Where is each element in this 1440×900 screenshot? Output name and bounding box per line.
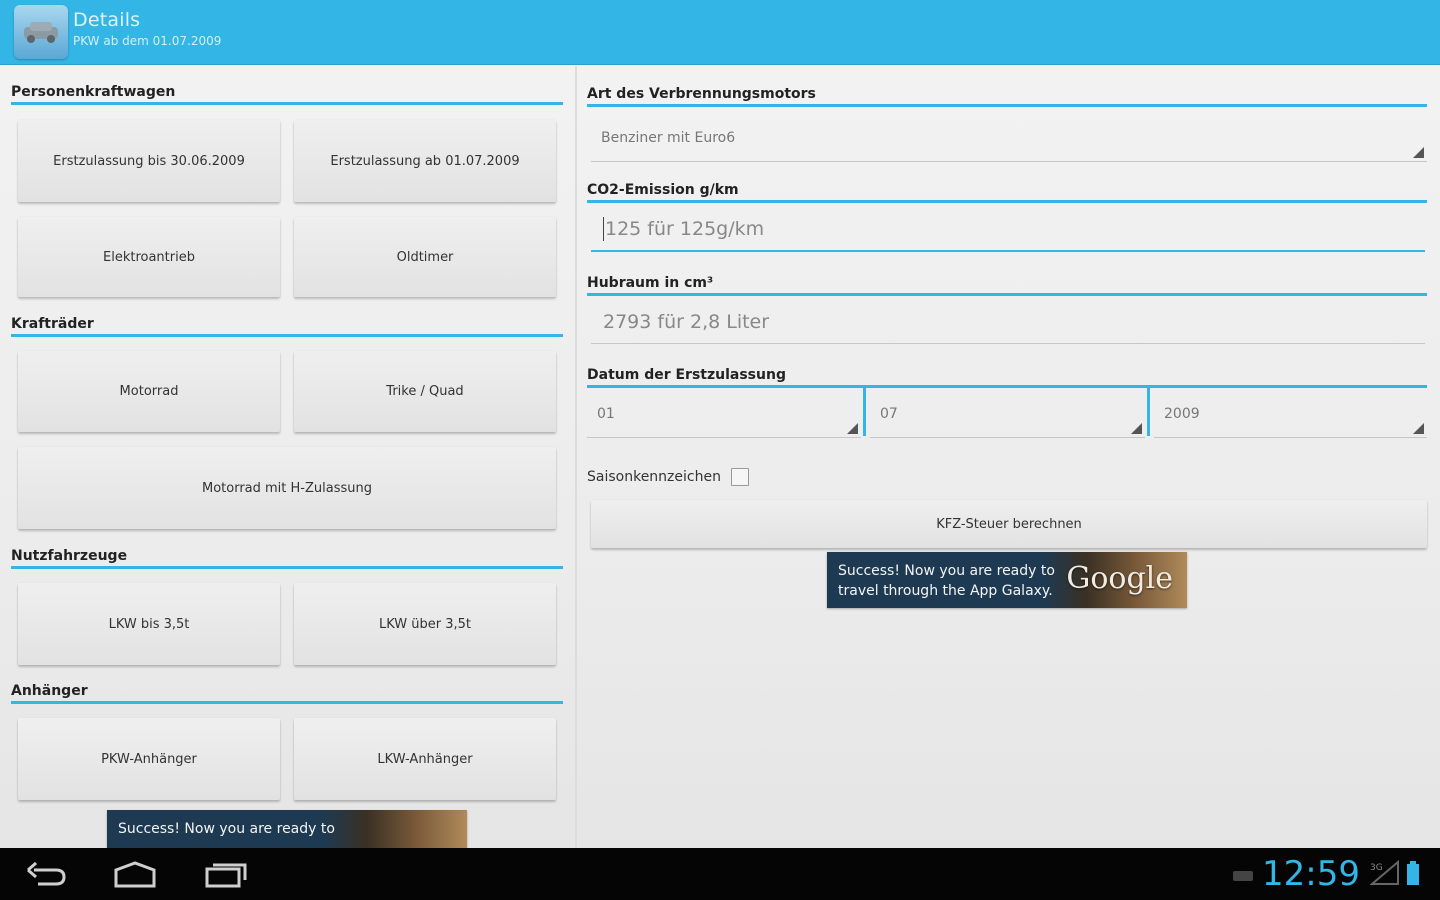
date-day-spinner[interactable]: 01 xyxy=(587,390,861,438)
spinner-arrow-icon xyxy=(1413,423,1424,434)
lkw-ueber-button[interactable]: LKW über 3,5t xyxy=(294,583,556,665)
elektroantrieb-button[interactable]: Elektroantrieb xyxy=(18,217,280,297)
saison-label: Saisonkennzeichen xyxy=(587,469,721,485)
ad-line-2: travel through the App Galaxy. xyxy=(838,583,1053,599)
ad-line-1: Success! Now you are ready to xyxy=(838,563,1055,579)
ad-banner-right[interactable]: Success! Now you are ready to travel thr… xyxy=(827,552,1187,608)
date-divider xyxy=(1147,387,1150,436)
details-form-panel: Art des Verbrennungsmotors Benziner mit … xyxy=(577,66,1440,848)
engine-type-value: Benziner mit Euro6 xyxy=(601,129,736,146)
signal-3g-icon: 3G xyxy=(1369,859,1400,890)
recent-apps-icon xyxy=(205,863,247,888)
saison-checkbox[interactable] xyxy=(730,468,749,486)
recent-apps-button[interactable] xyxy=(203,860,249,892)
saison-row: Saisonkennzeichen xyxy=(587,468,749,486)
app-car-icon[interactable] xyxy=(14,5,68,59)
pkw-ab-button[interactable]: Erstzulassung ab 01.07.2009 xyxy=(294,120,556,202)
pkw-anhaenger-button[interactable]: PKW-Anhänger xyxy=(18,718,280,800)
lkw-bis-button[interactable]: LKW bis 3,5t xyxy=(18,583,280,665)
date-day-value: 01 xyxy=(597,405,615,422)
engine-type-spinner[interactable]: Benziner mit Euro6 xyxy=(591,114,1427,162)
lkw-anhaenger-button[interactable]: LKW-Anhänger xyxy=(294,718,556,800)
home-button[interactable] xyxy=(112,860,158,892)
section-header-anhaenger: Anhänger xyxy=(11,683,563,704)
engine-type-label: Art des Verbrennungsmotors xyxy=(587,86,1427,107)
back-icon xyxy=(27,861,66,886)
co2-placeholder: 125 für 125g/km xyxy=(605,218,765,240)
pkw-bis-button[interactable]: Erstzulassung bis 30.06.2009 xyxy=(18,120,280,202)
text-caret xyxy=(603,217,604,241)
section-header-kraftraeder: Krafträder xyxy=(11,316,563,337)
clock[interactable]: 12:59 xyxy=(1262,854,1360,894)
action-bar: Details PKW ab dem 01.07.2009 xyxy=(0,0,1440,65)
notification-icon[interactable] xyxy=(1232,868,1254,887)
calculate-tax-button[interactable]: KFZ-Steuer berechnen xyxy=(591,500,1427,548)
spinner-arrow-icon xyxy=(1413,147,1424,158)
page-subtitle: PKW ab dem 01.07.2009 xyxy=(73,34,222,48)
motorrad-h-zulassung-button[interactable]: Motorrad mit H-Zulassung xyxy=(18,447,556,529)
page-title: Details xyxy=(73,9,141,31)
date-year-value: 2009 xyxy=(1164,405,1200,422)
date-month-spinner[interactable]: 07 xyxy=(870,390,1145,438)
svg-text:3G: 3G xyxy=(1370,863,1383,873)
co2-label: CO2-Emission g/km xyxy=(587,182,1427,203)
oldtimer-button[interactable]: Oldtimer xyxy=(294,217,556,297)
co2-input[interactable]: 125 für 125g/km xyxy=(591,208,1425,252)
hubraum-input[interactable]: 2793 für 2,8 Liter xyxy=(591,300,1425,344)
section-header-pkw: Personenkraftwagen xyxy=(11,84,563,105)
date-label: Datum der Erstzulassung xyxy=(587,367,1427,388)
hubraum-placeholder: 2793 für 2,8 Liter xyxy=(603,310,770,333)
spinner-arrow-icon xyxy=(1131,423,1142,434)
date-month-value: 07 xyxy=(880,405,898,422)
ad-text: Success! Now you are ready to xyxy=(118,821,335,837)
date-year-spinner[interactable]: 2009 xyxy=(1154,390,1427,438)
system-navigation-bar: 12:59 3G xyxy=(0,848,1440,900)
date-divider xyxy=(863,387,866,436)
section-header-nutzfahrzeuge: Nutzfahrzeuge xyxy=(11,548,563,569)
battery-icon xyxy=(1405,860,1421,890)
hubraum-label: Hubraum in cm³ xyxy=(587,275,1427,296)
spinner-arrow-icon xyxy=(847,423,858,434)
motorrad-button[interactable]: Motorrad xyxy=(18,351,280,432)
ad-banner-left[interactable]: Success! Now you are ready to xyxy=(107,810,467,848)
ad-text: Success! Now you are ready to travel thr… xyxy=(838,561,1055,601)
vehicle-category-panel: Personenkraftwagen Erstzulassung bis 30.… xyxy=(0,66,575,848)
back-button[interactable] xyxy=(24,860,68,892)
home-icon xyxy=(114,861,156,888)
ad-brand: Google xyxy=(1066,561,1173,596)
trike-quad-button[interactable]: Trike / Quad xyxy=(294,351,556,432)
